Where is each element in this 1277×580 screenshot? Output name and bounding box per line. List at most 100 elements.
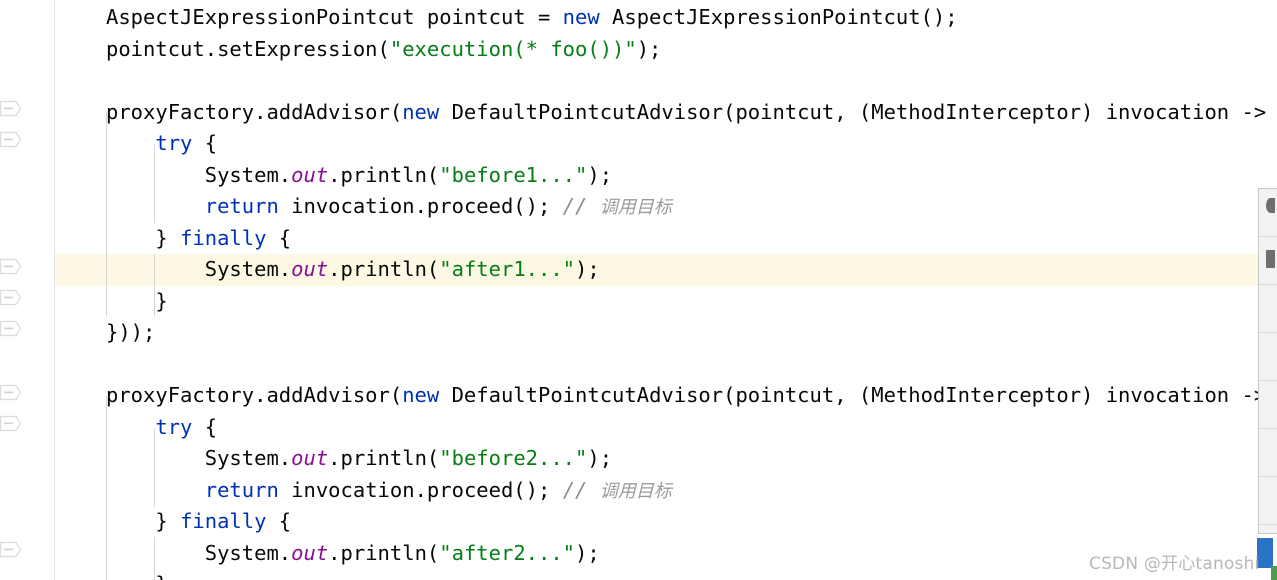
code-line[interactable]: } finally { [0, 223, 1277, 255]
code-token-str: "after1..." [439, 257, 576, 281]
code-line-text: System.out.println("after2..."); [106, 538, 600, 570]
code-line-text: proxyFactory.addAdvisor(new DefaultPoint… [106, 97, 1277, 129]
indent-guide-line [154, 537, 155, 580]
toolbar-blank-slot-icon[interactable] [1259, 285, 1277, 333]
code-line[interactable]: System.out.println("after1..."); [0, 254, 1277, 286]
code-line[interactable]: } finally { [0, 506, 1277, 538]
code-token-plain: ); [587, 446, 613, 470]
indent-guide-line [154, 428, 155, 507]
code-token-cmt: // [562, 194, 600, 218]
code-line[interactable]: } [0, 569, 1277, 580]
code-token-plain: .println( [328, 257, 440, 281]
toolbar-blank-slot-icon[interactable] [1259, 477, 1277, 525]
code-token-plain: { [266, 225, 292, 250]
code-line[interactable]: AspectJExpressionPointcut pointcut = new… [0, 2, 1277, 34]
code-line-text: pointcut.setExpression("execution(* foo(… [106, 34, 661, 66]
code-line[interactable]: })); [0, 317, 1277, 349]
code-line[interactable]: System.out.println("after2..."); [0, 538, 1277, 570]
code-token-plain: DefaultPointcutAdvisor(pointcut, (Method… [439, 383, 1277, 407]
code-fold-arrow-icon[interactable] [0, 100, 22, 117]
code-line-text: return invocation.proceed(); // 调用目标 [106, 475, 672, 508]
code-fold-arrow-icon[interactable] [0, 131, 22, 148]
toolbar-blank-slot-icon[interactable] [1259, 381, 1277, 429]
code-token-plain: AspectJExpressionPointcut(); [599, 5, 958, 29]
vertical-bar-icon [1266, 250, 1275, 268]
code-token-kw: try [155, 131, 193, 155]
code-line[interactable]: System.out.println("before1..."); [0, 160, 1277, 192]
code-token-kw: new [562, 5, 600, 29]
code-line-text: return invocation.proceed(); // 调用目标 [106, 191, 672, 224]
code-line-text: System.out.println("after1..."); [106, 254, 600, 286]
code-token-str: "before1..." [439, 162, 588, 187]
right-floating-toolbar[interactable] [1258, 188, 1277, 534]
code-line[interactable]: try { [0, 128, 1277, 160]
code-line-text: try { [106, 412, 217, 444]
code-token-plain: .println( [328, 446, 440, 470]
code-token-plain: invocation.proceed(); [278, 477, 563, 502]
code-fold-arrow-icon[interactable] [0, 320, 22, 337]
code-token-plain: proxyFactory.addAdvisor( [106, 99, 403, 124]
blank-slot-icon [1266, 298, 1275, 316]
code-token-cmt-cn: 调用目标 [599, 197, 672, 218]
indent-guide-line [106, 396, 107, 580]
code-token-plain: } [106, 509, 181, 533]
code-line[interactable]: proxyFactory.addAdvisor(new DefaultPoint… [0, 380, 1277, 412]
code-token-plain: invocation.proceed(); [278, 194, 563, 218]
code-line[interactable]: } [0, 286, 1277, 318]
code-fold-arrow-icon[interactable] [0, 258, 22, 275]
code-token-plain: } [106, 572, 167, 580]
csdn-watermark: CSDN @开心tanoshi [1089, 554, 1260, 574]
code-token-plain: System. [106, 162, 292, 187]
code-token-field: out [291, 257, 329, 281]
code-content-area[interactable]: AspectJExpressionPointcut pointcut = new… [0, 0, 1277, 580]
code-line-text: } finally { [106, 506, 291, 538]
indent-guide-line [106, 112, 107, 317]
code-fold-arrow-icon[interactable] [0, 289, 22, 306]
code-line[interactable]: System.out.println("before2..."); [0, 443, 1277, 475]
code-line[interactable]: try { [0, 412, 1277, 444]
code-token-plain: ); [587, 162, 613, 187]
blank-slot-icon [1266, 442, 1275, 460]
code-token-plain: } [106, 225, 181, 250]
code-token-str: "after2..." [439, 540, 576, 565]
code-line-text: try { [106, 128, 217, 160]
gutter-separator [54, 0, 55, 580]
code-line[interactable]: proxyFactory.addAdvisor(new DefaultPoint… [0, 97, 1277, 129]
code-line[interactable] [0, 349, 1277, 381]
code-token-str: "before2..." [439, 446, 588, 470]
toolbar-blank-slot-icon[interactable] [1259, 429, 1277, 477]
code-token-kw: finally [180, 225, 267, 250]
code-token-plain: System. [106, 540, 292, 565]
code-token-kw: new [402, 99, 440, 124]
code-fold-arrow-icon[interactable] [0, 415, 22, 432]
code-line[interactable]: return invocation.proceed(); // 调用目标 [0, 191, 1277, 223]
toolbar-blank-slot-icon[interactable] [1259, 333, 1277, 381]
code-token-field: out [291, 446, 329, 470]
code-token-plain: { [192, 131, 218, 155]
code-line[interactable]: return invocation.proceed(); // 调用目标 [0, 475, 1277, 507]
code-token-plain: DefaultPointcutAdvisor(pointcut, (Method… [439, 99, 1277, 124]
code-token-plain: System. [106, 446, 292, 470]
vcs-change-marker [1271, 566, 1277, 580]
code-token-plain: ); [575, 540, 600, 565]
code-token-plain: } [106, 288, 168, 313]
code-line[interactable]: pointcut.setExpression("execution(* foo(… [0, 34, 1277, 66]
code-line-text: } [106, 286, 168, 318]
code-token-kw: return [204, 194, 279, 218]
code-fold-arrow-icon[interactable] [0, 384, 22, 401]
code-token-plain: AspectJExpressionPointcut pointcut = [106, 5, 563, 29]
code-line-text: })); [106, 317, 155, 349]
toolbar-half-circle-icon[interactable] [1259, 189, 1277, 237]
code-fold-arrow-icon[interactable] [0, 541, 22, 558]
code-token-kw: new [402, 383, 440, 407]
code-editor-window: AspectJExpressionPointcut pointcut = new… [0, 0, 1277, 580]
indent-guide-line [154, 144, 155, 223]
toolbar-vertical-bar-icon[interactable] [1259, 237, 1277, 285]
code-token-kw: try [155, 414, 193, 439]
code-token-plain: proxyFactory.addAdvisor( [106, 383, 403, 407]
half-circle-icon [1266, 198, 1275, 213]
blank-slot-icon [1266, 490, 1275, 508]
code-line[interactable] [0, 65, 1277, 97]
